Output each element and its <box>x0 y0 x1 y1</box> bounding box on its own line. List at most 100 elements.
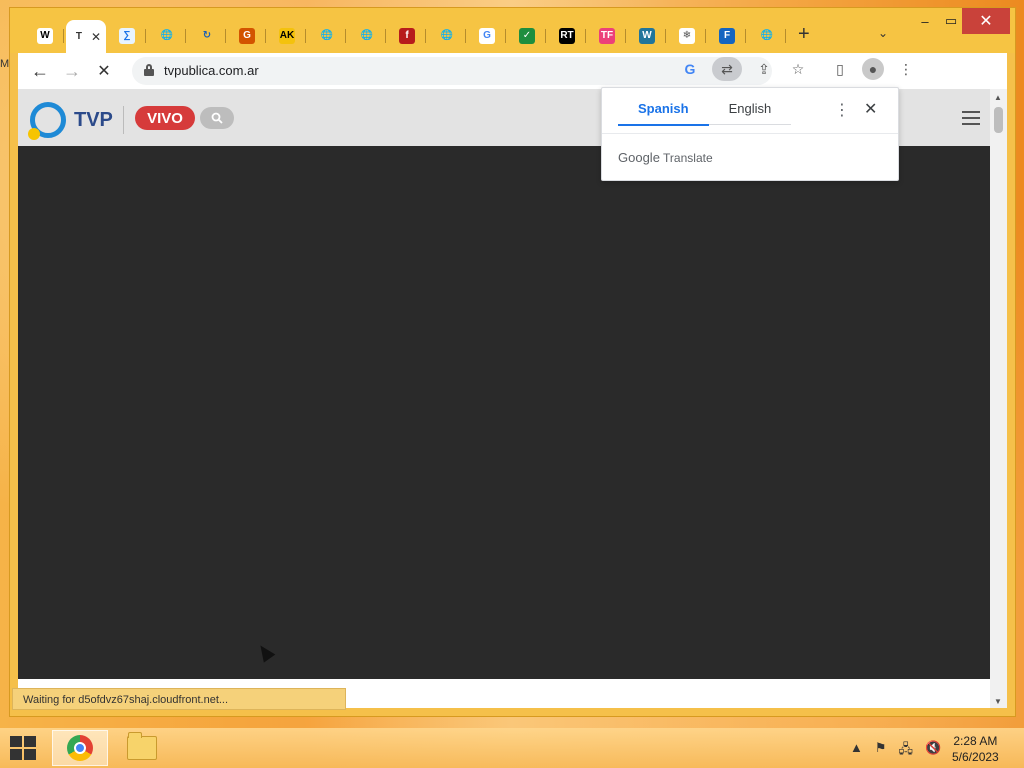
browser-tab[interactable]: ❄ <box>668 22 706 50</box>
tab-separator <box>63 29 64 43</box>
lock-icon[interactable] <box>144 64 154 76</box>
address-bar[interactable]: tvpublica.com.ar <box>132 57 772 85</box>
taskbar-file-explorer[interactable] <box>114 730 170 766</box>
tab-separator <box>305 29 306 43</box>
browser-toolbar: ← → ✕ tvpublica.com.ar G ⇄ ⇪ ☆ ▯ ● ⋮ <box>18 53 1007 89</box>
back-button[interactable]: ← <box>28 59 52 83</box>
back-arrow-icon: ← <box>31 60 49 81</box>
vivo-live-button[interactable]: VIVO <box>135 106 195 130</box>
chrome-icon <box>67 735 93 761</box>
new-tab-button[interactable]: + <box>798 24 810 44</box>
tvp-logo[interactable]: TVP <box>28 102 124 140</box>
tab-separator <box>425 29 426 43</box>
status-bar: Waiting for d5ofdvz67shaj.cloudfront.net… <box>12 688 346 710</box>
clock-date: 5/6/2023 <box>952 750 999 764</box>
translate-divider <box>602 133 898 134</box>
scroll-up-arrow-icon[interactable]: ▲ <box>994 93 1002 102</box>
forward-arrow-icon: → <box>63 60 81 81</box>
browser-tab[interactable]: T ✕ <box>66 20 106 53</box>
browser-tab[interactable]: 🌐 <box>748 22 786 50</box>
browser-tab[interactable]: F <box>708 22 746 50</box>
google-translate-brand: Google Translate <box>618 150 713 165</box>
network-icon[interactable]: 🖧 <box>899 740 914 762</box>
browser-tab[interactable]: W <box>628 22 666 50</box>
volume-muted-icon[interactable]: 🔇 <box>925 740 941 762</box>
tab-english[interactable]: English <box>708 88 792 125</box>
scroll-thumb[interactable] <box>994 107 1003 133</box>
translate-close-icon[interactable]: ✕ <box>864 99 877 119</box>
browser-tab[interactable]: ↻ <box>188 22 226 50</box>
brand-google: Google <box>618 150 660 165</box>
browser-tab[interactable]: ∑ <box>108 22 146 50</box>
side-panel-icon[interactable]: ▯ <box>828 57 852 81</box>
browser-tab[interactable]: f <box>388 22 426 50</box>
tab-separator <box>665 29 666 43</box>
brand-translate: Translate <box>663 151 713 165</box>
site-g-icon: G <box>239 28 255 44</box>
page-viewport: TVP VIVO <box>18 89 990 708</box>
browser-tab[interactable]: 🌐 <box>428 22 466 50</box>
globe-icon: 🌐 <box>760 30 774 41</box>
tab-separator <box>625 29 626 43</box>
translate-icon[interactable]: ⇄ <box>712 57 742 81</box>
browser-tab[interactable]: G <box>468 22 506 50</box>
tvp-logo-text: TVP <box>74 108 113 131</box>
wordpress-icon: W <box>639 28 655 44</box>
browser-tab[interactable]: ✓ <box>508 22 546 50</box>
share-icon[interactable]: ⇪ <box>752 57 776 81</box>
tab-separator <box>185 29 186 43</box>
chrome-menu-icon[interactable]: ⋮ <box>894 57 918 81</box>
bookmark-star-icon[interactable]: ☆ <box>786 57 810 81</box>
clock[interactable]: 2:28 AM 5/6/2023 <box>952 733 999 765</box>
translate-language-tabs: Spanish English <box>618 88 792 126</box>
stop-icon: ✕ <box>97 63 111 80</box>
tab-separator <box>745 29 746 43</box>
taskbar: ▲ ⚑ 🖧 🔇 2:28 AM 5/6/2023 <box>0 728 1024 768</box>
profile-avatar-icon[interactable]: ● <box>862 58 884 80</box>
browser-tab[interactable]: 🌐 <box>348 22 386 50</box>
close-window-button[interactable]: ✕ <box>962 8 1010 34</box>
browser-tab[interactable]: W <box>26 22 64 50</box>
forward-button[interactable]: → <box>60 59 84 83</box>
globe-icon: 🌐 <box>160 30 174 41</box>
start-button[interactable] <box>10 736 38 760</box>
tab-separator <box>145 29 146 43</box>
url-text[interactable]: tvpublica.com.ar <box>164 63 259 78</box>
tvp-ring-icon <box>28 102 66 140</box>
tab-separator <box>705 29 706 43</box>
tab-spanish[interactable]: Spanish <box>618 88 709 126</box>
browser-tab[interactable]: G <box>228 22 266 50</box>
tab-search-button[interactable]: ⌄ <box>878 26 888 40</box>
site-f-icon: f <box>399 28 415 44</box>
video-player[interactable] <box>18 146 990 679</box>
browser-tab[interactable]: TF <box>588 22 626 50</box>
clock-time: 2:28 AM <box>953 734 998 748</box>
stop-loading-button[interactable]: ✕ <box>92 59 116 83</box>
tab-separator <box>225 29 226 43</box>
desktop-edge-label: M <box>0 58 10 70</box>
site-search-button[interactable] <box>200 107 234 129</box>
browser-tab[interactable]: 🌐 <box>308 22 346 50</box>
show-hidden-icons-icon[interactable]: ▲ <box>850 740 863 762</box>
translate-options-icon[interactable]: ⋮ <box>834 100 850 120</box>
tab-separator <box>385 29 386 43</box>
taskbar-chrome[interactable] <box>52 730 108 766</box>
vertical-scrollbar[interactable]: ▲ ▼ <box>990 89 1007 708</box>
google-lens-icon[interactable]: G <box>678 57 702 81</box>
search-icon <box>211 112 223 124</box>
hamburger-menu-icon[interactable] <box>962 111 980 125</box>
browser-tab[interactable]: 🌐 <box>148 22 186 50</box>
globe-icon: 🌐 <box>360 30 374 41</box>
google-icon: G <box>479 28 495 44</box>
scroll-down-arrow-icon[interactable]: ▼ <box>994 697 1002 706</box>
globe-icon: 🌐 <box>320 30 334 41</box>
snowflake-icon: ❄ <box>679 28 695 44</box>
tab-separator <box>265 29 266 43</box>
browser-tab[interactable]: AK <box>268 22 306 50</box>
close-tab-icon[interactable]: ✕ <box>91 30 101 44</box>
action-center-flag-icon[interactable]: ⚑ <box>875 740 887 762</box>
active-tab-icon: T <box>70 28 87 45</box>
refresh-site-icon: ↻ <box>202 30 212 41</box>
site-tf-icon: TF <box>599 28 615 44</box>
browser-tab[interactable]: RT <box>548 22 586 50</box>
